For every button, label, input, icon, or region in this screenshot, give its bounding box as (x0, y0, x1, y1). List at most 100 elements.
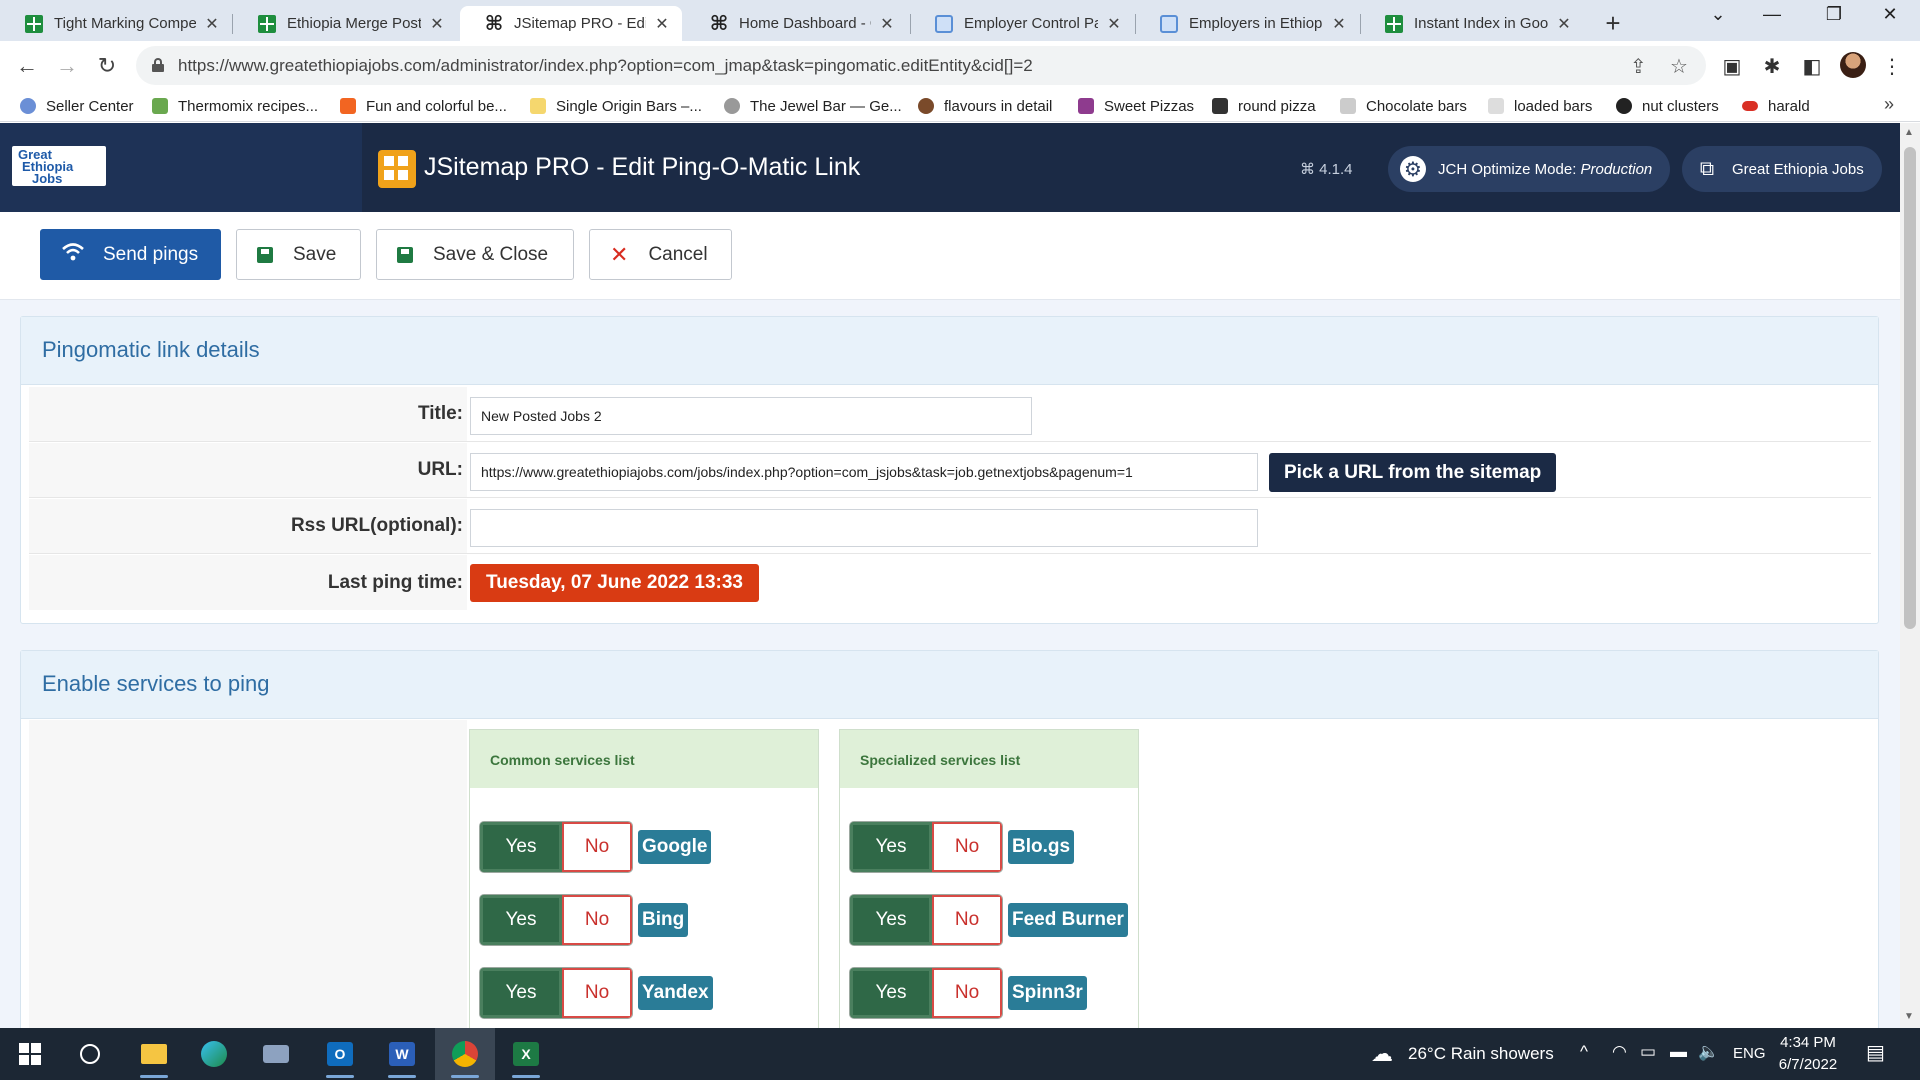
scroll-down-icon[interactable]: ▼ (1904, 1011, 1914, 1022)
close-icon[interactable]: ✕ (877, 14, 897, 34)
scrollbar-thumb[interactable] (1904, 147, 1916, 629)
reload-icon[interactable]: ↻ (92, 51, 122, 81)
file-explorer-icon[interactable] (136, 1036, 172, 1078)
menu-icon[interactable]: ⋮ (1880, 54, 1904, 78)
close-icon[interactable]: ✕ (652, 14, 672, 34)
bookmark-item[interactable]: round pizza (1212, 95, 1316, 117)
send-pings-button[interactable]: Send pings (40, 229, 221, 280)
wifi-tray-icon[interactable]: ◠ (1612, 1042, 1627, 1062)
url-field[interactable]: https://www.greatethiopiajobs.com/jobs/i… (470, 453, 1258, 491)
yes-option[interactable]: Yes (480, 968, 562, 1018)
new-tab-button[interactable]: + (1598, 8, 1628, 39)
browser-tab[interactable]: Ethiopia Merge Postir ✕ (233, 6, 457, 41)
save-button[interactable]: Save (236, 229, 361, 280)
browser-tab[interactable]: Tight Marking Compe ✕ (0, 6, 232, 41)
excel-icon[interactable]: X (508, 1036, 544, 1078)
extension-icon[interactable]: ▣ (1720, 54, 1744, 78)
clock-time[interactable]: 4:34 PM (1768, 1034, 1848, 1051)
lock-icon[interactable] (152, 58, 164, 72)
service-toggle[interactable]: Yes No (850, 968, 1002, 1018)
no-option[interactable]: No (932, 895, 1002, 945)
word-icon[interactable]: W (384, 1036, 420, 1078)
close-icon[interactable]: ✕ (1554, 14, 1574, 34)
no-option[interactable]: No (932, 968, 1002, 1018)
battery-icon[interactable]: ▬ (1670, 1042, 1687, 1062)
yes-option[interactable]: Yes (850, 968, 932, 1018)
service-toggle[interactable]: Yes No (480, 895, 632, 945)
site-logo[interactable]: Great Ethiopia Jobs (12, 146, 106, 186)
volume-icon[interactable]: 🔈 (1698, 1042, 1719, 1062)
no-option[interactable]: No (562, 822, 632, 872)
site-link[interactable]: ⧉ Great Ethiopia Jobs (1682, 146, 1882, 192)
yes-option[interactable]: Yes (480, 895, 562, 945)
jch-optimize-mode[interactable]: ⚙ JCH Optimize Mode: Production (1388, 146, 1671, 192)
service-toggle[interactable]: Yes No (850, 822, 1002, 872)
url-text[interactable]: https://www.greatethiopiajobs.com/admini… (178, 56, 1033, 76)
close-icon[interactable]: ✕ (202, 14, 222, 34)
windows-start-icon[interactable] (12, 1036, 48, 1072)
forward-icon[interactable]: → (52, 51, 82, 81)
title-field[interactable]: New Posted Jobs 2 (470, 397, 1032, 435)
send-pings-label: Send pings (103, 243, 199, 265)
save-close-button[interactable]: Save & Close (376, 229, 574, 280)
bookmark-item[interactable]: Sweet Pizzas (1078, 95, 1194, 117)
bookmark-item[interactable]: flavours in detail (918, 95, 1052, 117)
pick-url-button[interactable]: Pick a URL from the sitemap (1269, 453, 1557, 492)
notifications-icon[interactable]: ▤ (1866, 1040, 1885, 1065)
yes-option[interactable]: Yes (480, 822, 562, 872)
browser-tab[interactable]: Employer Control Pan ✕ (910, 6, 1134, 41)
bookmark-item[interactable]: Single Origin Bars –... (530, 95, 702, 117)
avatar[interactable] (1840, 52, 1866, 78)
browser-tab[interactable]: ⌘ Home Dashboard - Gr ✕ (685, 6, 907, 41)
no-option[interactable]: No (562, 895, 632, 945)
no-option[interactable]: No (932, 822, 1002, 872)
browser-tab-active[interactable]: ⌘ JSitemap PRO - Edit P ✕ (460, 6, 682, 41)
rss-url-field[interactable] (470, 509, 1258, 547)
display-tray-icon[interactable]: ▭ (1640, 1042, 1656, 1062)
service-toggle[interactable]: Yes No (480, 822, 632, 872)
close-icon[interactable]: ✕ (1104, 14, 1124, 34)
search-icon[interactable] (72, 1036, 108, 1072)
bookmark-item[interactable]: loaded bars (1488, 95, 1592, 117)
bookmark-item[interactable]: harald (1742, 95, 1810, 117)
cancel-label: Cancel (648, 243, 708, 265)
weather-text[interactable]: 26°C Rain showers (1408, 1044, 1554, 1064)
share-icon[interactable]: ⇪ (1630, 54, 1647, 79)
chrome-icon[interactable] (447, 1036, 483, 1078)
browser-tab[interactable]: Instant Index in Goog ✕ (1360, 6, 1584, 41)
weather-icon[interactable]: ☁ (1364, 1036, 1400, 1072)
service-toggle[interactable]: Yes No (480, 968, 632, 1018)
back-icon[interactable]: ← (12, 51, 42, 81)
yes-option[interactable]: Yes (850, 822, 932, 872)
bookmark-item[interactable]: Thermomix recipes... (152, 95, 318, 117)
restore-icon[interactable]: ❐ (1814, 4, 1854, 25)
bookmark-item[interactable]: nut clusters (1616, 95, 1719, 117)
bookmark-item[interactable]: The Jewel Bar — Ge... (724, 95, 902, 117)
tab-search-icon[interactable]: ⌄ (1698, 4, 1738, 25)
bookmark-star-icon[interactable]: ☆ (1670, 54, 1688, 79)
no-option[interactable]: No (562, 968, 632, 1018)
clock-date[interactable]: 6/7/2022 (1768, 1056, 1848, 1073)
sidepanel-icon[interactable]: ◧ (1800, 54, 1824, 78)
close-icon[interactable]: ✕ (427, 14, 447, 34)
browser-tab[interactable]: Employers in Ethiopia ✕ (1135, 6, 1359, 41)
cancel-button[interactable]: ✕ Cancel (589, 229, 732, 280)
yes-option[interactable]: Yes (850, 895, 932, 945)
bookmark-item[interactable]: Fun and colorful be... (340, 95, 507, 117)
camera-icon[interactable] (258, 1036, 294, 1072)
close-icon[interactable]: ✕ (1329, 14, 1349, 34)
edge-icon[interactable] (196, 1036, 232, 1072)
bookmark-item[interactable]: Seller Center (20, 95, 134, 117)
service-toggle[interactable]: Yes No (850, 895, 1002, 945)
minimize-icon[interactable]: — (1752, 4, 1792, 25)
address-bar[interactable]: https://www.greatethiopiajobs.com/admini… (136, 46, 1706, 85)
language-indicator[interactable]: ENG (1733, 1045, 1766, 1062)
bookmarks-more-icon[interactable]: » (1884, 94, 1894, 115)
bookmark-item[interactable]: Chocolate bars (1340, 95, 1467, 117)
scroll-up-icon[interactable]: ▲ (1904, 127, 1914, 138)
outlook-icon[interactable]: O (322, 1036, 358, 1078)
tray-chevron-icon[interactable]: ^ (1580, 1042, 1588, 1062)
window-close-icon[interactable]: ✕ (1870, 4, 1910, 25)
page-scrollbar[interactable]: ▲ ▼ (1900, 123, 1920, 1028)
puzzle-icon[interactable]: ✱ (1760, 54, 1784, 78)
